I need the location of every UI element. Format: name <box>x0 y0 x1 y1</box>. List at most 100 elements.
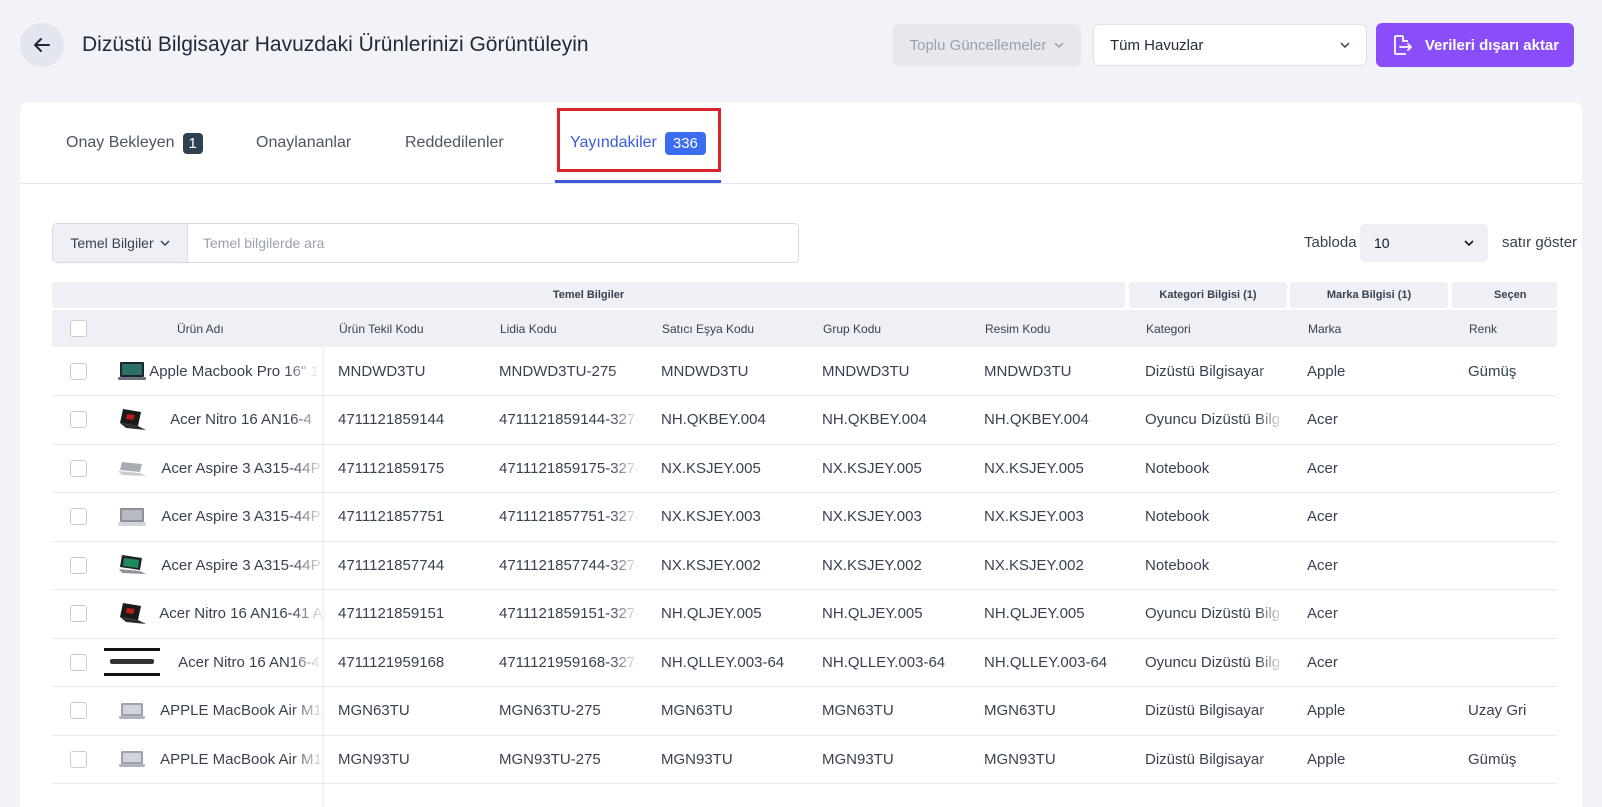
column-header[interactable]: Renk <box>1469 310 1497 347</box>
table-row[interactable]: Acer Aspire 3 A315-44P 4711121859175 47111… <box>52 444 1557 493</box>
table-row[interactable]: APPLE MacBook Air M1 MGN93TU MGN93TU-275 MG… <box>52 735 1557 784</box>
column-header[interactable]: Marka <box>1308 310 1341 347</box>
export-icon <box>1393 35 1412 55</box>
row-select-cell <box>70 687 87 735</box>
column-header[interactable]: Lidia Kodu <box>500 310 557 347</box>
tab-approved[interactable]: Onaylananlar <box>256 128 351 158</box>
search-input[interactable] <box>188 224 798 262</box>
cell-unique: MNDWD3TU <box>338 362 426 380</box>
row-checkbox[interactable] <box>70 702 87 719</box>
cell-seller: NH.QKBEY.004 <box>661 411 766 428</box>
products-table: Temel Bilgiler Kategori Bilgisi (1) Mark… <box>52 282 1557 807</box>
cell-group: MNDWD3TU <box>822 362 910 380</box>
group-brand-info: Marka Bilgisi (1) <box>1290 282 1448 308</box>
column-header[interactable]: Ürün Tekil Kodu <box>339 310 424 347</box>
cell-color: Uzay Gri <box>1468 702 1527 719</box>
row-checkbox[interactable] <box>70 362 87 380</box>
tab-rejected[interactable]: Reddedilenler <box>405 128 504 158</box>
group-category-info: Kategori Bilgisi (1) <box>1129 282 1287 308</box>
pool-select[interactable]: Tüm Havuzlar <box>1093 24 1367 66</box>
table-row[interactable]: Acer Aspire 3 A315-44P 4711121857751 47111… <box>52 493 1557 542</box>
cell-group: MGN93TU <box>822 750 894 768</box>
row-checkbox[interactable] <box>70 556 87 574</box>
cell-image: NX.KSJEY.003 <box>984 508 1084 525</box>
tab-pending-badge: 1 <box>182 132 203 154</box>
table-row[interactable]: Acer Nitro 16 AN16-4 4711121959168 4711121… <box>52 638 1557 687</box>
table-row[interactable]: Acer Aspire 3 A315-44P 4711121857744 47111… <box>52 541 1557 590</box>
laptop-image <box>104 402 160 438</box>
cell-group: NH.QLLEY.003-64 <box>822 653 946 671</box>
cell-category: Notebook <box>1145 556 1210 574</box>
laptop-image <box>104 499 160 535</box>
search-field-dropdown[interactable]: Temel Bilgiler <box>53 224 188 262</box>
column-header[interactable]: Resim Kodu <box>985 310 1050 347</box>
cell-unique: 4711121859175 <box>338 459 445 477</box>
cell-unique: 4711121859144 <box>338 411 445 428</box>
page-title: Dizüstü Bilgisayar Havuzdaki Ürünleriniz… <box>82 33 589 56</box>
content-card: Onay Bekleyen 1 Onaylananlar Reddedilenl… <box>20 102 1582 807</box>
cell-color <box>1468 638 1557 686</box>
cell-brand: Acer <box>1307 508 1338 525</box>
cell-lidia: 4711121859151-3274 <box>499 605 639 622</box>
column-header[interactable]: Ürün Adı <box>177 310 224 347</box>
status-tabs: Onay Bekleyen 1 Onaylananlar Reddedilenl… <box>20 102 1582 184</box>
laptop-image <box>104 547 160 583</box>
cell-unique: 4711121959168 <box>338 653 445 671</box>
cell-category: Dizüstü Bilgisayar <box>1145 750 1265 768</box>
product-thumbnail <box>104 493 160 541</box>
bulk-updates-button[interactable]: Toplu Güncellemeler <box>893 24 1081 66</box>
rows-per-page-select[interactable]: 10 <box>1360 224 1488 262</box>
row-checkbox[interactable] <box>70 653 87 671</box>
row-select-cell <box>70 735 87 783</box>
rows-suffix: satır göster <box>1502 234 1578 251</box>
cell-brand: Acer <box>1307 605 1338 622</box>
product-thumbnail <box>104 444 160 492</box>
cell-color <box>1468 493 1557 541</box>
chevron-down-icon <box>160 240 170 246</box>
cell-image: NX.KSJEY.002 <box>984 556 1084 574</box>
cell-color <box>1468 396 1557 444</box>
row-select-cell <box>70 444 87 492</box>
column-header[interactable]: Grup Kodu <box>823 310 881 347</box>
cell-category: Dizüstü Bilgisayar <box>1145 362 1265 380</box>
table-row[interactable]: Apple Macbook Pro 16" 1 MNDWD3TU MNDWD3TU-… <box>52 347 1557 396</box>
tab-pending[interactable]: Onay Bekleyen 1 <box>66 128 203 158</box>
table-row[interactable]: Acer Nitro 16 AN16-41 A 4711121859151 4711… <box>52 590 1557 639</box>
table-row[interactable]: APPLE MacBook Air M1 MGN63TU MGN63TU-275 MG… <box>52 687 1557 736</box>
table-row[interactable]: Acer Nitro 16 AN16-4 4711121859144 4711121… <box>52 396 1557 445</box>
cell-unique: 4711121857751 <box>338 508 445 525</box>
select-all-checkbox[interactable] <box>70 320 87 337</box>
column-header[interactable]: Satıcı Eşya Kodu <box>662 310 754 347</box>
cell-seller: NX.KSJEY.002 <box>661 556 761 574</box>
cell-image: MGN63TU <box>984 702 1056 719</box>
cell-color: Gümüş <box>1468 750 1517 768</box>
cell-group: MGN63TU <box>822 702 894 719</box>
product-thumbnail <box>104 396 160 444</box>
product-thumbnail <box>104 735 160 783</box>
cell-lidia: 4711121859144-3274 <box>499 411 639 428</box>
sticky-column-shadow <box>322 347 326 807</box>
cell-seller: MNDWD3TU <box>661 362 749 380</box>
row-checkbox[interactable] <box>70 508 87 525</box>
arrow-left-icon <box>34 38 50 52</box>
cell-lidia: 4711121959168-3274 <box>499 653 639 671</box>
row-checkbox[interactable] <box>70 605 87 622</box>
export-data-button[interactable]: Verileri dışarı aktar <box>1376 23 1574 67</box>
tab-approved-label: Onaylananlar <box>256 134 352 151</box>
cell-unique: MGN93TU <box>338 750 410 768</box>
column-header[interactable]: Kategori <box>1146 310 1191 347</box>
pool-select-value: Tüm Havuzlar <box>1110 36 1204 54</box>
cell-unique: 4711121857744 <box>338 556 445 574</box>
cell-seller: NH.QLJEY.005 <box>661 605 762 622</box>
back-button[interactable] <box>20 23 64 67</box>
row-checkbox[interactable] <box>70 750 87 768</box>
cell-category: Dizüstü Bilgisayar <box>1145 702 1265 719</box>
laptop-image <box>104 644 160 680</box>
cell-group: NX.KSJEY.005 <box>822 459 922 477</box>
cell-brand: Acer <box>1307 411 1338 428</box>
cell-group: NX.KSJEY.002 <box>822 556 922 574</box>
row-checkbox[interactable] <box>70 411 87 428</box>
product-name: APPLE MacBook Air M1 <box>160 750 322 768</box>
row-checkbox[interactable] <box>70 459 87 477</box>
cell-color <box>1468 444 1557 492</box>
